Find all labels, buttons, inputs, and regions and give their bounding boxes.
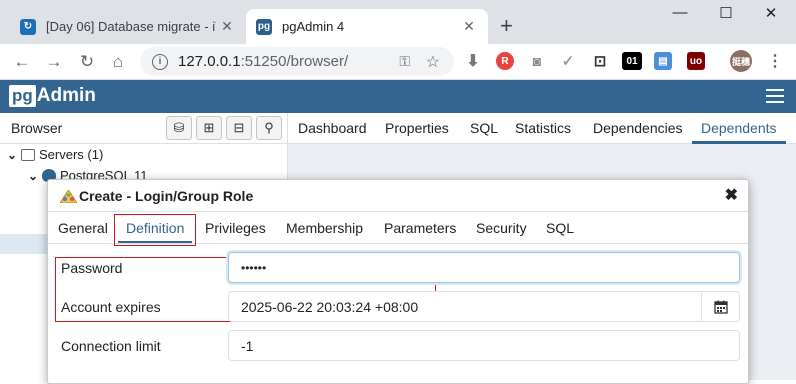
- profile-avatar[interactable]: 挺穗: [730, 50, 752, 72]
- servers-icon: [21, 148, 35, 161]
- definition-tab-highlight: [114, 214, 196, 246]
- address-bar[interactable]: i 127.0.0.1:51250/browser/ ⚿ ☆: [140, 47, 454, 76]
- filtered-rows-icon[interactable]: ⊟: [226, 116, 252, 140]
- tree-item-servers[interactable]: ⌄ Servers (1): [7, 147, 103, 162]
- close-tab-icon[interactable]: ✕: [216, 18, 238, 35]
- reload-icon[interactable]: ↻: [75, 50, 99, 74]
- site-info-icon[interactable]: i: [152, 53, 168, 70]
- password-label: Password: [61, 260, 123, 276]
- calendar-icon: [713, 300, 728, 314]
- camera-extension-icon[interactable]: ◙: [528, 52, 546, 70]
- minimize-window-icon[interactable]: —: [660, 4, 700, 21]
- home-icon[interactable]: ⌂: [106, 50, 130, 74]
- key-icon[interactable]: ⚿: [399, 53, 410, 70]
- tab-properties[interactable]: Properties: [385, 120, 449, 136]
- dialog-tab-parameters[interactable]: Parameters: [384, 220, 456, 236]
- create-role-dialog: Create - Login/Group Role ✖ General Defi…: [47, 179, 749, 384]
- account-expires-value: 2025-06-22 20:03:24 +08:00: [241, 298, 419, 315]
- tab-dependencies[interactable]: Dependencies: [593, 120, 683, 136]
- dialog-tab-membership[interactable]: Membership: [286, 220, 363, 236]
- browser-tab-pgadmin[interactable]: pg pgAdmin 4 ✕: [246, 9, 488, 44]
- browser-panel-header: Browser ⛁ ⊞ ⊟ ⚲: [0, 113, 288, 144]
- tab-dependents[interactable]: Dependents: [701, 120, 777, 136]
- connection-limit-field[interactable]: -1: [228, 330, 740, 361]
- pgadmin-logo: pg Admin: [9, 84, 96, 108]
- role-group-icon: [60, 190, 77, 203]
- url-host: 127.0.0.1: [178, 53, 241, 70]
- main-tab-bar: Dashboard Properties SQL Statistics Depe…: [288, 113, 796, 144]
- hamburger-menu-icon[interactable]: [766, 89, 784, 107]
- pgadmin-favicon-icon: pg: [256, 18, 272, 35]
- tab-sql[interactable]: SQL: [470, 120, 498, 136]
- dialog-close-icon[interactable]: ✖: [725, 185, 738, 205]
- search-objects-icon[interactable]: ⚲: [256, 116, 282, 140]
- logo-pg: pg: [9, 85, 36, 107]
- dialog-tab-privileges[interactable]: Privileges: [205, 220, 266, 236]
- query-tool-icon[interactable]: ⛁: [166, 116, 192, 140]
- url-path: :51250/browser/: [240, 53, 349, 70]
- dialog-tab-general[interactable]: General: [58, 220, 108, 236]
- close-tab-icon[interactable]: ✕: [458, 18, 480, 35]
- chevron-down-icon[interactable]: ⌄: [7, 148, 21, 162]
- dialog-tab-sql[interactable]: SQL: [546, 220, 574, 236]
- bookmark-star-icon[interactable]: ☆: [426, 52, 440, 72]
- check-extension-icon[interactable]: ✓: [559, 52, 577, 70]
- dialog-tab-security[interactable]: Security: [476, 220, 527, 236]
- menu-dots-icon[interactable]: ⋮: [766, 52, 784, 70]
- tab-dashboard[interactable]: Dashboard: [298, 120, 367, 136]
- forward-icon[interactable]: →: [42, 50, 66, 74]
- ublock-extension-icon[interactable]: uo: [687, 52, 705, 70]
- dialog-header: Create - Login/Group Role ✖: [48, 180, 748, 212]
- connection-limit-value: -1: [241, 337, 254, 354]
- calendar-button[interactable]: [701, 292, 739, 321]
- browser-tab-day06[interactable]: ↻ [Day 06] Database migrate - iT ✕: [10, 9, 246, 44]
- file-extension-icon[interactable]: ▤: [654, 52, 672, 70]
- back-icon[interactable]: ←: [10, 50, 34, 74]
- new-tab-icon[interactable]: +: [500, 13, 513, 39]
- view-data-icon[interactable]: ⊞: [196, 116, 222, 140]
- logo-admin: Admin: [36, 85, 96, 106]
- browser-panel-title: Browser: [11, 120, 63, 136]
- account-expires-label: Account expires: [61, 299, 161, 315]
- password-field[interactable]: ••••••: [228, 252, 740, 283]
- connection-limit-label: Connection limit: [61, 338, 161, 354]
- browser-tab-title: [Day 06] Database migrate - iT: [46, 19, 216, 34]
- download-extension-icon[interactable]: ⬇: [464, 52, 482, 70]
- selected-tree-row: [0, 234, 48, 254]
- maximize-window-icon[interactable]: ☐: [706, 4, 746, 22]
- record-extension-icon[interactable]: ⊡: [591, 52, 609, 70]
- password-value: ••••••: [241, 260, 267, 275]
- close-window-icon[interactable]: ✕: [751, 4, 791, 22]
- browser-tab-title: pgAdmin 4: [282, 19, 345, 34]
- dialog-title: Create - Login/Group Role: [79, 188, 254, 204]
- tab-statistics[interactable]: Statistics: [515, 120, 571, 136]
- browser-toolbar: ← → ↻ ⌂ i 127.0.0.1:51250/browser/ ⚿ ☆ ⬇…: [0, 44, 796, 80]
- pgadmin-header: [0, 80, 796, 113]
- account-expires-field[interactable]: 2025-06-22 20:03:24 +08:00: [228, 291, 740, 322]
- ten-extension-icon[interactable]: 01: [622, 52, 642, 70]
- chevron-down-icon[interactable]: ⌄: [28, 169, 42, 183]
- tree-label-servers: Servers (1): [39, 147, 104, 162]
- ithelp-favicon-icon: ↻: [20, 18, 36, 35]
- red-extension-icon[interactable]: R: [496, 52, 514, 70]
